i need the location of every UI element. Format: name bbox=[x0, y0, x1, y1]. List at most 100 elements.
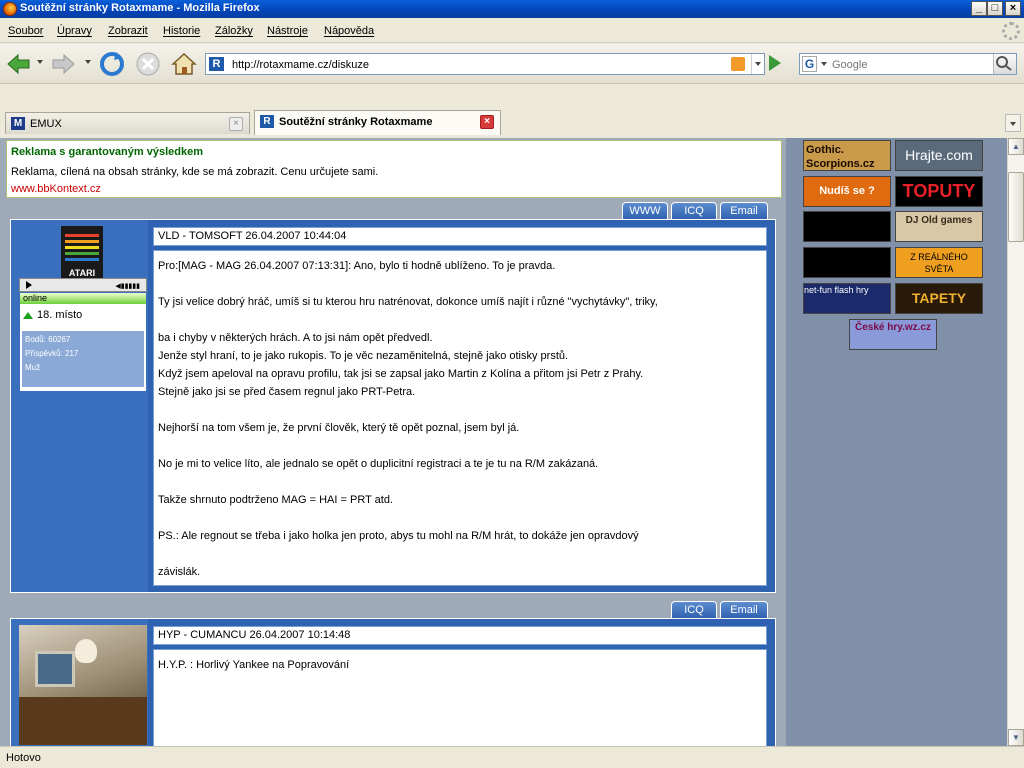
banner-ceske-hry[interactable]: České hry.wz.cz bbox=[849, 319, 937, 350]
url-input[interactable] bbox=[230, 56, 714, 74]
post-header: VLD - TOMSOFT 26.04.2007 10:44:04 bbox=[153, 227, 767, 246]
post-line: závislák. bbox=[158, 566, 201, 578]
tab-label: EMUX bbox=[30, 118, 62, 130]
forum-post: ATARI ◀▮▮▮▮▮ online 18. místo Bodů: 6026… bbox=[10, 219, 776, 593]
post-body: Pro:[MAG - MAG 26.04.2007 07:13:31]: Ano… bbox=[153, 250, 767, 586]
banner-black[interactable] bbox=[803, 211, 891, 242]
minimize-button[interactable]: _ bbox=[971, 1, 987, 16]
post-header: HYP - CUMANCU 26.04.2007 10:14:48 bbox=[153, 626, 767, 645]
forward-arrow-icon[interactable] bbox=[50, 50, 78, 78]
url-bar[interactable]: R bbox=[205, 53, 765, 75]
post-line bbox=[158, 275, 762, 293]
back-history-dropdown[interactable] bbox=[37, 60, 43, 64]
close-window-button[interactable]: × bbox=[1005, 1, 1021, 16]
tab-list-dropdown[interactable] bbox=[1005, 114, 1021, 132]
post-line bbox=[158, 401, 762, 419]
search-input[interactable] bbox=[830, 56, 994, 74]
close-tab-icon[interactable]: × bbox=[229, 117, 243, 131]
close-tab-icon[interactable]: × bbox=[480, 115, 494, 129]
banner-dj-old-games[interactable]: DJ Old games bbox=[895, 211, 983, 242]
tab-emux[interactable]: M EMUX × bbox=[5, 112, 250, 134]
banner-z-realneho-sveta[interactable]: Z REÁLNÉHO SVĚTA bbox=[895, 247, 983, 278]
post-line: ba i chyby v některých hrách. A to jsi n… bbox=[158, 332, 433, 344]
forum-post: HYP - CUMANCU 26.04.2007 10:14:48 H.Y.P.… bbox=[10, 618, 776, 746]
icq-button[interactable]: ICQ bbox=[671, 601, 717, 618]
navigation-toolbar: R G bbox=[0, 44, 1024, 84]
user-stats: Bodů: 60267 Příspěvků: 217 Muž bbox=[22, 331, 144, 387]
post-line: Když jsem apeloval na opravu profilu, ta… bbox=[158, 368, 644, 380]
ad-box[interactable]: Reklama s garantovaným výsledkem Reklama… bbox=[6, 140, 782, 198]
status-bar: Hotovo bbox=[0, 746, 1024, 768]
menu-soubor[interactable]: Soubor bbox=[8, 25, 43, 37]
back-arrow-icon[interactable] bbox=[4, 50, 32, 78]
window-title: Soutěžní stránky Rotaxmame - Mozilla Fir… bbox=[20, 2, 260, 14]
post-line bbox=[158, 311, 762, 329]
menu-nastroje[interactable]: Nástroje bbox=[267, 25, 308, 37]
user-gender: Muž bbox=[25, 363, 41, 372]
banner-toputy[interactable]: TOPUTY bbox=[895, 176, 983, 207]
www-button[interactable]: WWW bbox=[622, 202, 668, 219]
search-magnifier-icon[interactable] bbox=[993, 54, 1016, 74]
email-button[interactable]: Email bbox=[720, 601, 768, 618]
music-player[interactable]: ◀▮▮▮▮▮ bbox=[19, 278, 147, 292]
post-line: Stejně jako jsi se před časem regnul jak… bbox=[158, 386, 416, 398]
volume-icon[interactable]: ◀▮▮▮▮▮ bbox=[115, 282, 140, 290]
user-info-box: online 18. místo Bodů: 60267 Příspěvků: … bbox=[19, 292, 147, 392]
menu-historie[interactable]: Historie bbox=[163, 25, 200, 37]
post-line bbox=[158, 545, 762, 563]
scroll-down-arrow-icon[interactable]: ▼ bbox=[1008, 729, 1024, 746]
search-engine-icon[interactable]: G bbox=[802, 56, 817, 72]
scroll-thumb[interactable] bbox=[1008, 172, 1024, 242]
menu-zalozky[interactable]: Záložky bbox=[215, 25, 253, 37]
post-2-link-tabs: ICQ Email bbox=[671, 601, 768, 618]
emux-favicon: M bbox=[11, 117, 25, 130]
post-line: Takže shrnuto podtrženo MAG = HAI = PRT … bbox=[158, 494, 393, 506]
maximize-button[interactable]: □ bbox=[987, 1, 1003, 16]
stop-icon[interactable] bbox=[134, 50, 162, 78]
menu-napoveda[interactable]: Nápověda bbox=[324, 25, 374, 37]
post-author-panel bbox=[11, 619, 148, 746]
go-button[interactable] bbox=[769, 55, 781, 71]
rss-feed-icon[interactable] bbox=[731, 57, 745, 71]
banner-nudis-se[interactable]: Nudíš se ? bbox=[803, 176, 891, 207]
home-icon[interactable] bbox=[170, 50, 198, 78]
icq-button[interactable]: ICQ bbox=[671, 202, 717, 219]
play-icon[interactable] bbox=[26, 281, 32, 289]
forum-column: Reklama s garantovaným výsledkem Reklama… bbox=[0, 138, 786, 746]
site-favicon: R bbox=[209, 57, 224, 71]
banner-gothic[interactable]: Gothic. Scorpions.cz bbox=[803, 140, 891, 171]
page-content: Reklama s garantovaným výsledkem Reklama… bbox=[0, 138, 1007, 746]
banner-black-2[interactable] bbox=[803, 247, 891, 278]
search-engine-dropdown[interactable] bbox=[821, 62, 827, 66]
banner-tapety[interactable]: TAPETY bbox=[895, 283, 983, 314]
url-history-dropdown[interactable] bbox=[751, 54, 765, 74]
menu-upravy[interactable]: Úpravy bbox=[57, 25, 92, 37]
menu-zobrazit[interactable]: Zobrazit bbox=[108, 25, 148, 37]
ad-url[interactable]: www.bbKontext.cz bbox=[11, 183, 101, 195]
email-button[interactable]: Email bbox=[720, 202, 768, 219]
banner-net-fun[interactable]: net-fun flash hry bbox=[803, 283, 891, 314]
post-line: Nejhorší na tom všem je, že první člověk… bbox=[158, 422, 520, 434]
post-line: Ty jsi velice dobrý hráč, umíš si tu kte… bbox=[158, 296, 658, 308]
menu-bar: Soubor Úpravy Zobrazit Historie Záložky … bbox=[0, 19, 1024, 43]
ad-headline[interactable]: Reklama s garantovaným výsledkem bbox=[11, 146, 203, 158]
post-line bbox=[158, 509, 762, 527]
forward-history-dropdown[interactable] bbox=[85, 60, 91, 64]
search-bar[interactable]: G bbox=[799, 53, 1017, 75]
tab-label: Soutěžní stránky Rotaxmame bbox=[279, 116, 433, 128]
post-line bbox=[158, 473, 762, 491]
post-line: No je mi to velice líto, ale jednalo se … bbox=[158, 458, 599, 470]
post-line: PS.: Ale regnout se třeba i jako holka j… bbox=[158, 530, 639, 542]
title-bar: Soutěžní stránky Rotaxmame - Mozilla Fir… bbox=[0, 0, 1024, 18]
throbber-icon bbox=[1002, 22, 1020, 40]
avatar-label: ATARI bbox=[68, 268, 96, 278]
scroll-up-arrow-icon[interactable]: ▲ bbox=[1008, 138, 1024, 155]
banner-hrajte[interactable]: Hrajte.com bbox=[895, 140, 983, 171]
post-author-panel: ATARI ◀▮▮▮▮▮ online 18. místo Bodů: 6026… bbox=[11, 220, 148, 592]
vertical-scrollbar[interactable]: ▲ ▼ bbox=[1007, 138, 1024, 746]
post-1-link-tabs: WWW ICQ Email bbox=[622, 202, 768, 219]
reload-icon[interactable] bbox=[98, 50, 126, 78]
rank-up-arrow-icon bbox=[23, 311, 33, 319]
tab-rotaxmame[interactable]: R Soutěžní stránky Rotaxmame × bbox=[254, 110, 501, 135]
status-text: Hotovo bbox=[6, 752, 41, 764]
